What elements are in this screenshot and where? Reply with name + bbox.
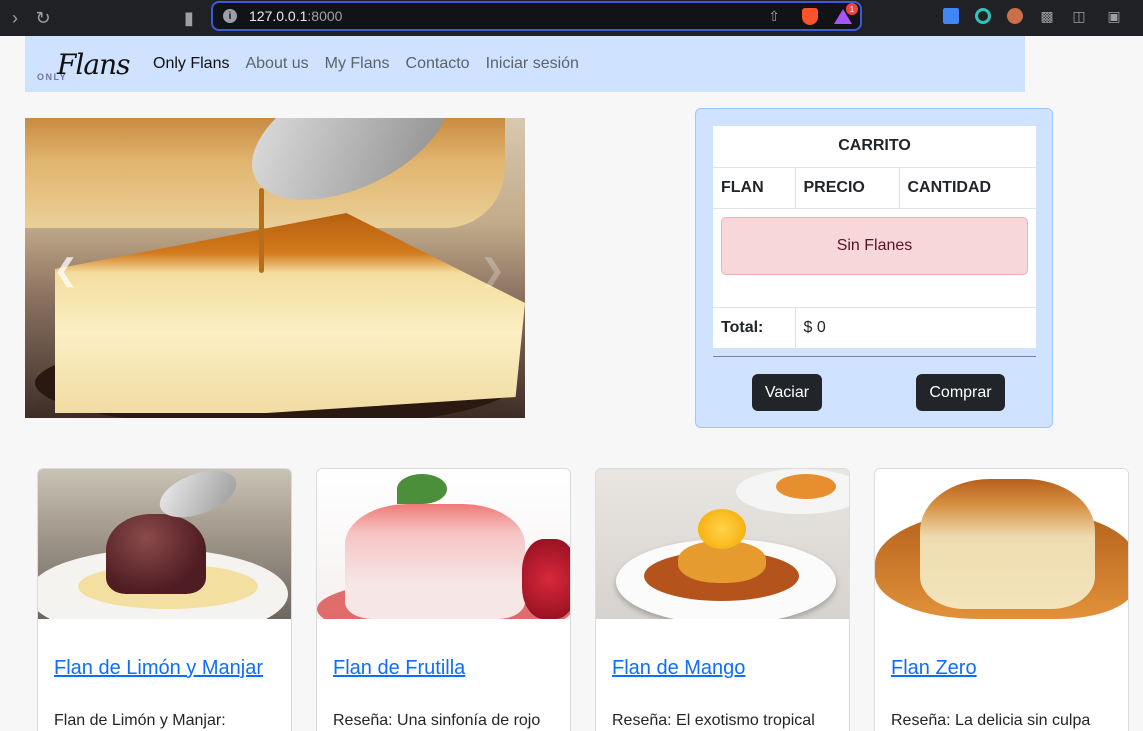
address-bar[interactable]: i 127.0.0.1:8000 ⇧ 1 [211, 1, 862, 31]
cart-empty-alert: Sin Flanes [721, 216, 1028, 275]
product-title-link[interactable]: Flan Zero [891, 657, 1116, 680]
product-description: Flan de Limón y Manjar: [54, 712, 226, 729]
browser-toolbar: › ↻ ▮ i 127.0.0.1:8000 ⇧ 1 ▩ ◫ ▣ [0, 0, 1143, 36]
brand-script-text: Flans [57, 48, 130, 81]
product-image [317, 469, 570, 619]
hero-image-caramel-drip [259, 188, 264, 273]
translate-extension-icon[interactable] [941, 6, 961, 26]
nav-link-login[interactable]: Iniciar sesión [478, 55, 587, 73]
wallet-icon[interactable]: ▣ [1104, 6, 1124, 26]
bookmark-icon[interactable]: ▮ [174, 3, 204, 33]
cart-column-flan: FLAN [713, 167, 796, 209]
url-port: :8000 [307, 8, 343, 24]
reload-icon[interactable]: ↻ [28, 3, 58, 33]
product-card: Flan Zero Reseña: La delicia sin culpa [874, 468, 1129, 731]
rewards-badge: 1 [846, 3, 858, 15]
site-navbar: ONLY Flans Only Flans About us My Flans … [25, 36, 1025, 92]
cart-total-label: Total: [713, 307, 796, 349]
product-title-link[interactable]: Flan de Limón y Manjar [54, 657, 279, 680]
cart-panel: CARRITO FLAN PRECIO CANTIDAD Sin Flanes … [695, 108, 1053, 428]
cart-column-price: PRECIO [795, 167, 900, 209]
cart-table: CARRITO FLAN PRECIO CANTIDAD Sin Flanes … [713, 126, 1036, 349]
chevron-left-icon[interactable]: ❮ [53, 253, 78, 288]
product-description: Reseña: El exotismo tropical [612, 712, 815, 729]
brand-logo[interactable]: ONLY Flans [37, 44, 145, 84]
product-image [875, 469, 1128, 619]
product-image [38, 469, 291, 619]
sidebar-toggle-icon[interactable]: ◫ [1069, 6, 1089, 26]
product-description: Reseña: Una sinfonía de rojo [333, 712, 541, 729]
product-card: Flan de Frutilla Reseña: Una sinfonía de… [316, 468, 571, 731]
profile-extension-icon[interactable] [1005, 6, 1025, 26]
product-card: Flan de Mango Reseña: El exotismo tropic… [595, 468, 850, 731]
url-text[interactable]: 127.0.0.1:8000 [249, 8, 342, 24]
product-card: Flan de Limón y Manjar Flan de Limón y M… [37, 468, 292, 731]
share-icon[interactable]: ⇧ [768, 8, 780, 25]
nav-links: Only Flans About us My Flans Contacto In… [145, 55, 587, 73]
product-title-link[interactable]: Flan de Mango [612, 657, 837, 680]
product-image [596, 469, 849, 619]
nav-link-home[interactable]: Only Flans [145, 55, 237, 73]
cart-divider [713, 356, 1036, 357]
empty-cart-button[interactable]: Vaciar [752, 374, 822, 411]
nav-link-contact[interactable]: Contacto [398, 55, 478, 73]
cart-column-quantity: CANTIDAD [899, 167, 1036, 209]
product-title-link[interactable]: Flan de Frutilla [333, 657, 558, 680]
edge-extension-icon[interactable] [973, 6, 993, 26]
nav-link-my-flans[interactable]: My Flans [317, 55, 398, 73]
url-host: 127.0.0.1 [249, 8, 308, 24]
back-icon[interactable]: › [0, 3, 30, 33]
cart-items-area: Sin Flanes [713, 208, 1036, 308]
cart-title: CARRITO [713, 126, 1036, 168]
nav-link-about[interactable]: About us [237, 55, 316, 73]
hero-carousel: ❮ ❯ [25, 118, 525, 418]
site-info-icon[interactable]: i [223, 9, 237, 23]
extensions-puzzle-icon[interactable]: ▩ [1037, 6, 1057, 26]
buy-button[interactable]: Comprar [916, 374, 1005, 411]
brave-shields-icon[interactable] [802, 8, 818, 25]
product-description: Reseña: La delicia sin culpa [891, 712, 1091, 729]
chevron-right-icon[interactable]: ❯ [480, 253, 505, 288]
cart-total-value: $ 0 [795, 307, 1036, 349]
brave-rewards-icon[interactable]: 1 [834, 3, 858, 25]
